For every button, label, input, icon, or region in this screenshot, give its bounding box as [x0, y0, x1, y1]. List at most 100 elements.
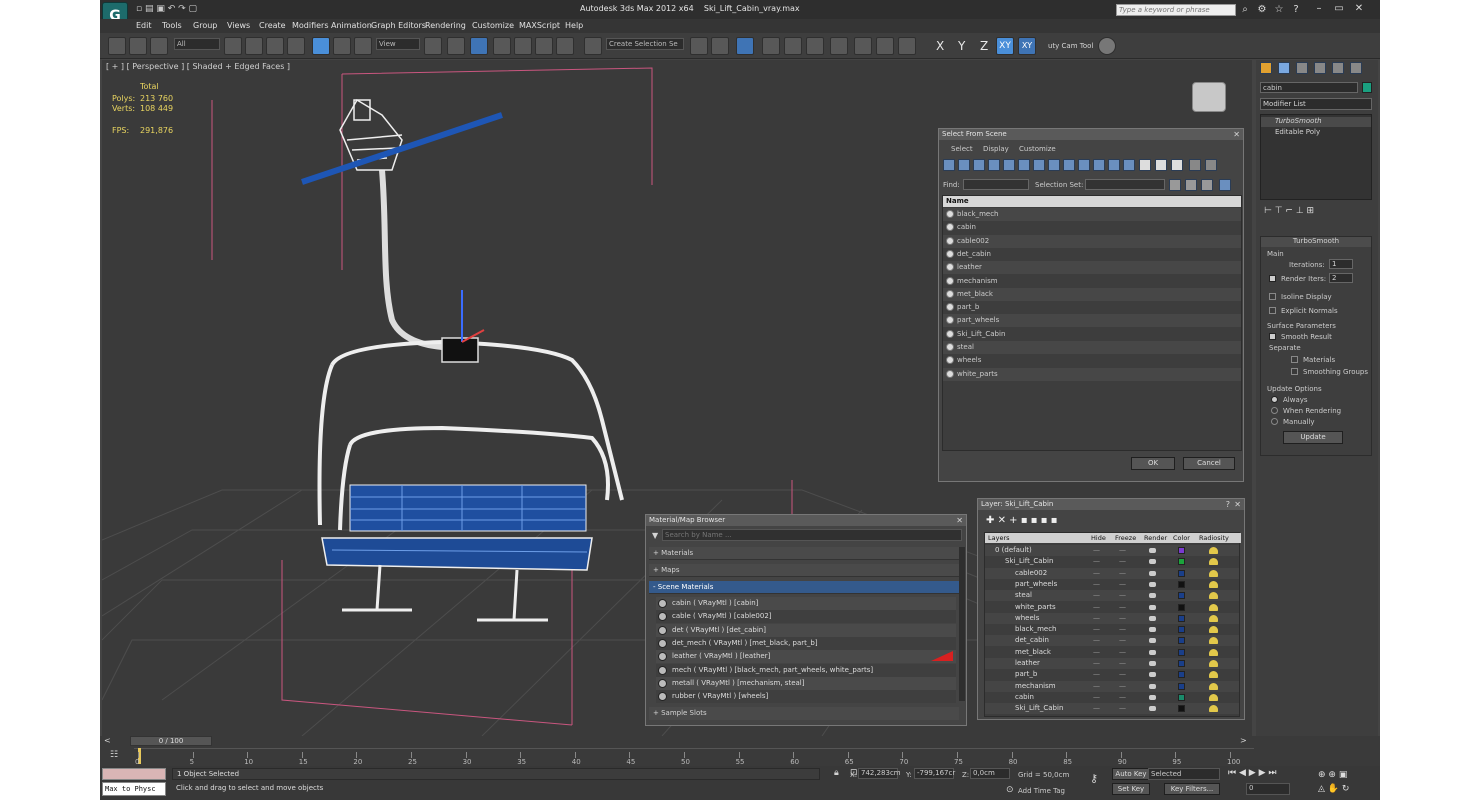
material-browser-close-icon[interactable]: ✕: [956, 516, 963, 525]
display-containers-icon[interactable]: [1078, 159, 1090, 171]
rotate-icon[interactable]: [333, 37, 351, 55]
layer-row[interactable]: det_cabin — —: [985, 635, 1239, 647]
remove-modifier-icon[interactable]: ⊥: [1296, 206, 1307, 216]
hide-toggle[interactable]: —: [1093, 659, 1100, 667]
scene-material-row[interactable]: cabin ( VRayMtl ) [cabin]: [656, 597, 956, 610]
render-teapot-icon[interactable]: [1149, 627, 1156, 633]
layer-color-swatch[interactable]: [1178, 547, 1185, 554]
orbit-icon[interactable]: ↻: [1342, 784, 1350, 794]
radiosity-icon[interactable]: [1209, 603, 1218, 611]
angle-snap-icon[interactable]: [514, 37, 532, 55]
rollout-header[interactable]: TurboSmooth: [1261, 237, 1371, 247]
cam-tool-label[interactable]: uty Cam Tool: [1048, 42, 1093, 50]
scene-object-row[interactable]: met_black: [943, 287, 1241, 301]
create-set-icon[interactable]: [1169, 179, 1181, 191]
browser-scrollbar[interactable]: [959, 547, 965, 701]
layer-color-swatch[interactable]: [1178, 614, 1185, 622]
render-iters-spinner[interactable]: 2: [1329, 273, 1353, 283]
axis-xy-cycle-button[interactable]: XY: [1018, 37, 1036, 55]
key-mode-dropdown[interactable]: Selected: [1148, 768, 1220, 780]
next-frame-icon[interactable]: ▶: [1259, 768, 1266, 778]
scene-object-row[interactable]: cable002: [943, 234, 1241, 248]
scale-icon[interactable]: [354, 37, 372, 55]
radiosity-icon[interactable]: [1209, 705, 1218, 713]
modifier-list-dropdown[interactable]: Modifier List: [1260, 98, 1372, 110]
hide-toggle[interactable]: —: [1093, 569, 1100, 577]
save-icon[interactable]: ▣: [156, 4, 167, 14]
display-hidden-icon[interactable]: [1108, 159, 1120, 171]
radiosity-icon[interactable]: [1209, 671, 1218, 679]
minimize-icon[interactable]: –: [1312, 2, 1326, 15]
layer-color-swatch[interactable]: [1178, 693, 1185, 701]
layer-row[interactable]: cable002 — —: [985, 567, 1239, 579]
maximize-icon[interactable]: ▭: [1332, 2, 1346, 15]
render-teapot-icon[interactable]: [1149, 593, 1156, 599]
axis-xy-button[interactable]: XY: [996, 37, 1014, 55]
layer-row[interactable]: cabin — —: [985, 691, 1239, 703]
isoline-checkbox[interactable]: [1269, 293, 1276, 300]
object-color-swatch[interactable]: [1362, 82, 1372, 93]
layer-row[interactable]: Ski_Lift_Cabin — —: [985, 556, 1239, 568]
layer-color-swatch[interactable]: [1178, 660, 1185, 667]
z-coordinate-field[interactable]: 0,0cm: [970, 768, 1010, 779]
hide-toggle[interactable]: —: [1093, 625, 1100, 633]
named-selection-set-dropdown[interactable]: Create Selection Se: [606, 38, 684, 50]
hide-toggle[interactable]: —: [1093, 636, 1100, 644]
materials-group[interactable]: + Materials: [649, 547, 959, 560]
create-tab-icon[interactable]: [1260, 62, 1272, 74]
render-teapot-icon[interactable]: [1149, 683, 1156, 689]
col-render[interactable]: Render: [1144, 533, 1167, 543]
menu-group[interactable]: Group: [193, 21, 217, 30]
maps-group[interactable]: + Maps: [649, 564, 959, 577]
key-filters-button[interactable]: Key Filters...: [1164, 783, 1220, 795]
scene-object-row[interactable]: steal: [943, 341, 1241, 354]
sync-selection-icon[interactable]: [1171, 159, 1183, 171]
freeze-toggle[interactable]: —: [1119, 603, 1126, 611]
radiosity-icon[interactable]: [1209, 648, 1218, 656]
axis-x-button[interactable]: X: [936, 39, 944, 53]
layer-color-swatch[interactable]: [1178, 637, 1185, 645]
layer-row[interactable]: wheels — —: [985, 612, 1239, 624]
menu-modifiers[interactable]: Modifiers: [292, 21, 329, 30]
layer-color-swatch[interactable]: [1178, 626, 1185, 634]
select-by-name-icon[interactable]: [245, 37, 263, 55]
layer-row[interactable]: white_parts — —: [985, 601, 1239, 613]
rendered-frame-icon[interactable]: [876, 37, 894, 55]
close-icon[interactable]: ✕: [1352, 2, 1366, 15]
modify-tab-icon[interactable]: [1278, 62, 1290, 74]
scene-object-row[interactable]: part_b: [943, 301, 1241, 315]
zoom-extents-icon[interactable]: ▣: [1339, 770, 1348, 780]
menu-edit[interactable]: Edit: [136, 21, 152, 30]
radiosity-icon[interactable]: [1209, 580, 1218, 588]
edit-named-selection-icon[interactable]: [584, 37, 602, 55]
filter-icon[interactable]: [1189, 159, 1201, 171]
pan-icon[interactable]: ✋: [1328, 784, 1339, 794]
scene-material-row[interactable]: cable ( VRayMtl ) [cable002]: [656, 610, 956, 624]
material-search-input[interactable]: [662, 529, 962, 541]
hide-toggle[interactable]: —: [1093, 693, 1100, 701]
layer-row[interactable]: met_black — —: [985, 646, 1239, 658]
slider-prev-icon[interactable]: <: [104, 736, 111, 745]
help-search-input[interactable]: [1116, 4, 1236, 16]
menu-help[interactable]: Help: [565, 21, 583, 30]
render-teapot-icon[interactable]: [1149, 661, 1156, 666]
select-in-layer-icon[interactable]: ▪: [1021, 515, 1031, 526]
scene-material-row[interactable]: metall ( VRayMtl ) [mechanism, steal]: [656, 676, 956, 690]
display-shapes-icon[interactable]: [958, 159, 970, 171]
help-icon[interactable]: ?: [1289, 3, 1303, 16]
smoothing-groups-checkbox[interactable]: [1291, 368, 1298, 375]
menu-create[interactable]: Create: [259, 21, 286, 30]
radiosity-icon[interactable]: [1209, 693, 1218, 701]
mirror-icon[interactable]: [690, 37, 708, 55]
display-lights-icon[interactable]: [973, 159, 985, 171]
scene-material-row[interactable]: det ( VRayMtl ) [det_cabin]: [656, 623, 956, 637]
lock-selection-icon[interactable]: 🔒︎: [834, 768, 839, 778]
scene-material-row[interactable]: rubber ( VRayMtl ) [wheels]: [656, 690, 956, 704]
hide-toggle[interactable]: —: [1093, 603, 1100, 611]
selection-set-dropdown[interactable]: [1085, 179, 1165, 190]
freeze-toggle[interactable]: —: [1119, 546, 1126, 554]
scene-object-row[interactable]: det_cabin: [943, 247, 1241, 261]
layer-color-swatch[interactable]: [1178, 671, 1185, 679]
freeze-toggle[interactable]: —: [1119, 693, 1126, 701]
radiosity-icon[interactable]: [1209, 682, 1218, 690]
